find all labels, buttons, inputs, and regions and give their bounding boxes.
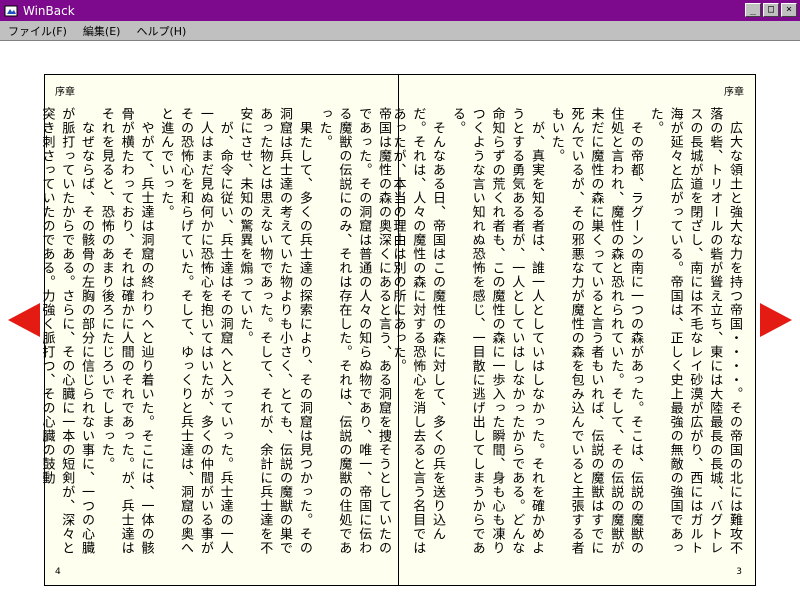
book-spine (398, 74, 399, 586)
menu-bar: ファイル(F) 編集(E) ヘルプ(H) (0, 21, 800, 41)
chapter-title-right: 序章 (724, 87, 744, 98)
maximize-icon: □ (767, 4, 775, 15)
app-window: WinBack _ □ × ファイル(F) 編集(E) ヘルプ(H) 序章 帝国… (0, 0, 800, 600)
chapter-title-left: 序章 (55, 87, 75, 98)
minimize-icon: _ (749, 4, 757, 15)
next-page-arrow-icon[interactable] (760, 303, 792, 337)
page-number-left: 4 (55, 567, 61, 577)
close-button[interactable]: × (781, 3, 797, 17)
page-number-right: 3 (736, 567, 742, 577)
title-bar[interactable]: WinBack _ □ × (0, 0, 800, 21)
page-right: 序章 広大な領土と強大な力を持つ帝国・・・・。その帝国の北には難攻不落の砦、トリ… (390, 75, 756, 585)
app-icon (3, 3, 19, 19)
page-text-left: 帝国は魔性の森の奥深くにあると言う、ある洞窟を捜そうとしていたのであった。その洞… (39, 107, 391, 555)
close-icon: × (785, 4, 793, 15)
menu-edit[interactable]: 編集(E) (83, 23, 121, 39)
menu-file[interactable]: ファイル(F) (8, 23, 67, 39)
prev-page-arrow-icon[interactable] (8, 303, 40, 337)
open-book: 序章 帝国は魔性の森の奥深くにあると言う、ある洞窟を捜そうとしていたのであった。… (39, 74, 756, 586)
page-left: 序章 帝国は魔性の森の奥深くにあると言う、ある洞窟を捜そうとしていたのであった。… (39, 75, 399, 585)
minimize-button[interactable]: _ (745, 3, 761, 17)
window-title: WinBack (23, 3, 75, 18)
maximize-button[interactable]: □ (763, 3, 779, 17)
page-text-right: 広大な領土と強大な力を持つ帝国・・・・。その帝国の北には難攻不落の砦、トリオール… (390, 107, 742, 555)
menu-help[interactable]: ヘルプ(H) (136, 23, 186, 39)
